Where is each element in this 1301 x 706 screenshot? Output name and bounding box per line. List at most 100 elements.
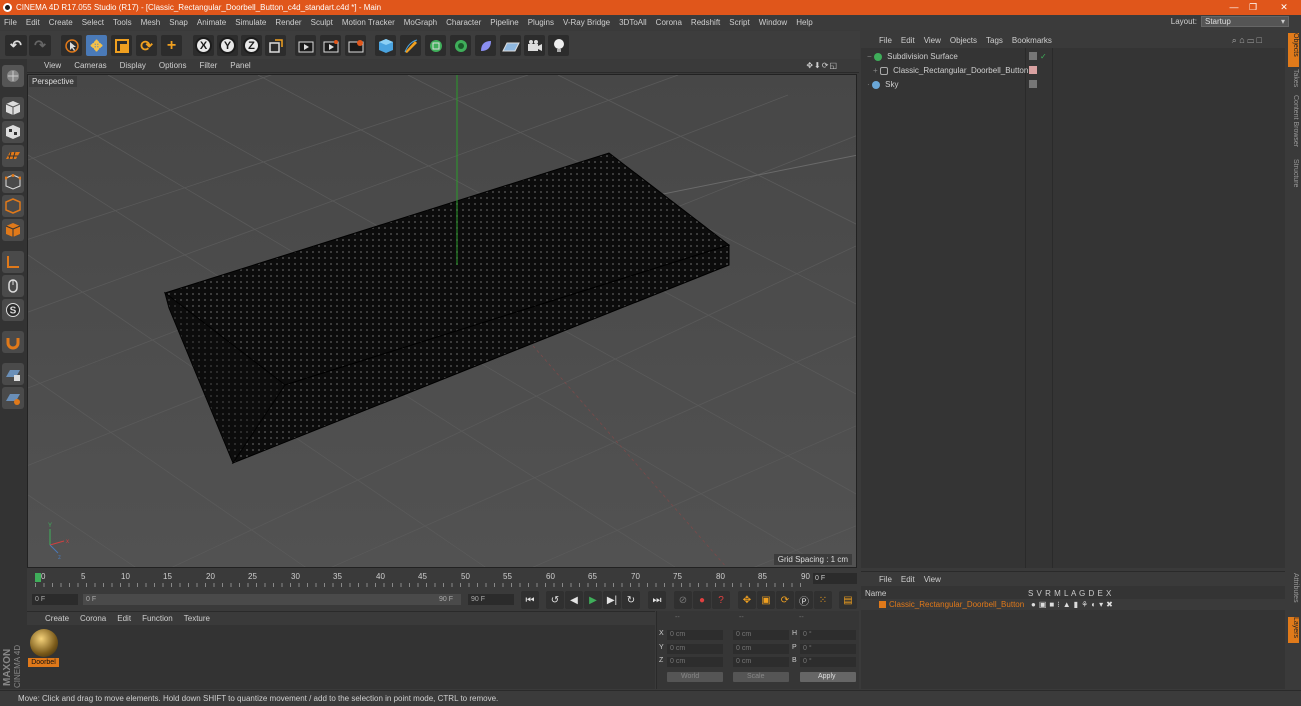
- record-keys-icon[interactable]: ●: [693, 591, 711, 609]
- coordinate-system-icon[interactable]: [265, 35, 286, 56]
- position-z-field[interactable]: 0 cm: [667, 657, 723, 667]
- object-menu-objects[interactable]: Objects: [950, 36, 977, 45]
- key-scale-icon[interactable]: ▣: [757, 591, 775, 609]
- timeline-window-icon[interactable]: ▤: [839, 591, 857, 609]
- make-editable-icon[interactable]: [2, 65, 24, 87]
- layer-menu-view[interactable]: View: [924, 575, 941, 584]
- object-menu-bookmarks[interactable]: Bookmarks: [1012, 36, 1052, 45]
- goto-end-icon[interactable]: ⏭: [648, 591, 666, 609]
- material-menu-create[interactable]: Create: [45, 614, 69, 623]
- x-axis-lock-button[interactable]: X: [193, 35, 214, 56]
- menu-window[interactable]: Window: [759, 18, 787, 27]
- apply-button[interactable]: Apply: [800, 672, 856, 682]
- model-mode-icon[interactable]: [2, 97, 24, 119]
- menu-help[interactable]: Help: [796, 18, 812, 27]
- points-mode-icon[interactable]: [2, 171, 24, 193]
- layer-color-swatch[interactable]: [879, 601, 886, 608]
- play-icon[interactable]: ▶: [584, 591, 602, 609]
- coordinate-space-dropdown[interactable]: World: [667, 672, 723, 682]
- tab-objects[interactable]: Objects: [1288, 33, 1299, 67]
- restore-button[interactable]: ❐: [1238, 0, 1268, 15]
- camera-icon[interactable]: [524, 35, 545, 56]
- object-row-sky[interactable]: · Sky: [861, 78, 1285, 91]
- menu-motion-tracker[interactable]: Motion Tracker: [342, 18, 395, 27]
- search-icon[interactable]: ⌕ ⌂ ▭ □: [1232, 35, 1262, 46]
- material-menu-corona[interactable]: Corona: [80, 614, 106, 623]
- start-frame-field[interactable]: 0 F: [32, 594, 78, 605]
- size-mode-dropdown[interactable]: Scale: [733, 672, 789, 682]
- menu-tools[interactable]: Tools: [113, 18, 132, 27]
- select-tool-icon[interactable]: [61, 35, 82, 56]
- light-icon[interactable]: [548, 35, 569, 56]
- viewport-menu-filter[interactable]: Filter: [199, 61, 217, 70]
- y-axis-lock-button[interactable]: Y: [217, 35, 238, 56]
- subdivision-surface-icon[interactable]: [425, 35, 446, 56]
- viewport-menu-view[interactable]: View: [44, 61, 61, 70]
- object-row-subdivision-surface[interactable]: − Subdivision Surface ✓: [861, 50, 1285, 63]
- object-menu-file[interactable]: File: [879, 36, 892, 45]
- next-key-icon[interactable]: ↻: [622, 591, 640, 609]
- key-parameter-icon[interactable]: Ⓟ: [795, 591, 813, 609]
- size-x-field[interactable]: 0 cm: [733, 630, 789, 640]
- menu-mesh[interactable]: Mesh: [141, 18, 161, 27]
- edges-mode-icon[interactable]: [2, 195, 24, 217]
- tab-attributes[interactable]: Attributes: [1288, 573, 1299, 613]
- viewport-nav-icons[interactable]: ✥⬇⟳◱: [806, 59, 838, 73]
- render-picture-viewer-icon[interactable]: [320, 35, 341, 56]
- material-menu-function[interactable]: Function: [142, 614, 173, 623]
- goto-start-icon[interactable]: ⏮: [521, 591, 539, 609]
- timeline-ruler[interactable]: 0 5 10 15 20 25 30 35 40 45 50 55 60 65 …: [27, 569, 859, 589]
- menu-script[interactable]: Script: [729, 18, 749, 27]
- key-pla-icon[interactable]: ⁙: [814, 591, 832, 609]
- axis-mode-icon[interactable]: [2, 251, 24, 273]
- size-z-field[interactable]: 0 cm: [733, 657, 789, 667]
- object-menu-view[interactable]: View: [924, 36, 941, 45]
- spline-pen-icon[interactable]: [400, 35, 421, 56]
- menu-edit[interactable]: Edit: [26, 18, 40, 27]
- viewport-menu-cameras[interactable]: Cameras: [74, 61, 106, 70]
- tweak-mode-icon[interactable]: [2, 275, 24, 297]
- layer-menu-file[interactable]: File: [879, 575, 892, 584]
- tab-structure[interactable]: Structure: [1288, 159, 1299, 199]
- z-axis-lock-button[interactable]: Z: [241, 35, 262, 56]
- visibility-check-icon[interactable]: ✓: [1040, 50, 1047, 63]
- menu-file[interactable]: File: [4, 18, 17, 27]
- rotate-tool-icon[interactable]: ⟳: [136, 35, 157, 56]
- tab-takes[interactable]: Takes: [1288, 69, 1299, 91]
- menu-3dtoall[interactable]: 3DToAll: [619, 18, 647, 27]
- rotation-h-field[interactable]: 0 °: [800, 630, 856, 640]
- object-menu-tags[interactable]: Tags: [986, 36, 1003, 45]
- previous-frame-icon[interactable]: ◀: [565, 591, 583, 609]
- floor-icon[interactable]: [500, 35, 521, 56]
- deformer-icon[interactable]: [475, 35, 496, 56]
- menu-snap[interactable]: Snap: [169, 18, 188, 27]
- menu-sculpt[interactable]: Sculpt: [311, 18, 333, 27]
- workplane-lock-icon[interactable]: [2, 363, 24, 385]
- end-frame-field[interactable]: 90 F: [468, 594, 514, 605]
- workplane-mode-icon[interactable]: [2, 145, 24, 167]
- menu-vray-bridge[interactable]: V-Ray Bridge: [563, 18, 610, 27]
- layout-dropdown[interactable]: Startup: [1201, 16, 1289, 27]
- menu-plugins[interactable]: Plugins: [528, 18, 554, 27]
- menu-redshift[interactable]: Redshift: [691, 18, 720, 27]
- menu-corona[interactable]: Corona: [656, 18, 682, 27]
- close-button[interactable]: ✕: [1269, 0, 1299, 15]
- material-menu-edit[interactable]: Edit: [117, 614, 131, 623]
- tab-layers[interactable]: Layers: [1288, 617, 1299, 643]
- layer-flag-icons[interactable]: ●▣■⁝▲▮⚘◐▾✖: [1031, 599, 1116, 610]
- rotation-p-field[interactable]: 0 °: [800, 644, 856, 654]
- texture-mode-icon[interactable]: [2, 121, 24, 143]
- menu-pipeline[interactable]: Pipeline: [490, 18, 518, 27]
- layer-menu-edit[interactable]: Edit: [901, 575, 915, 584]
- key-position-icon[interactable]: ✥: [738, 591, 756, 609]
- render-settings-icon[interactable]: [345, 35, 366, 56]
- viewport-menu-panel[interactable]: Panel: [230, 61, 250, 70]
- 3d-viewport[interactable]: Y x z Perspective Grid Spacing : 1 cm: [27, 74, 857, 568]
- rotation-b-field[interactable]: 0 °: [800, 657, 856, 667]
- position-x-field[interactable]: 0 cm: [667, 630, 723, 640]
- menu-animate[interactable]: Animate: [197, 18, 226, 27]
- move-tool-icon[interactable]: ✥: [86, 35, 107, 56]
- tab-content-browser[interactable]: Content Browser: [1288, 95, 1299, 155]
- key-rotation-icon[interactable]: ⟳: [776, 591, 794, 609]
- snap-icon[interactable]: S: [2, 299, 24, 321]
